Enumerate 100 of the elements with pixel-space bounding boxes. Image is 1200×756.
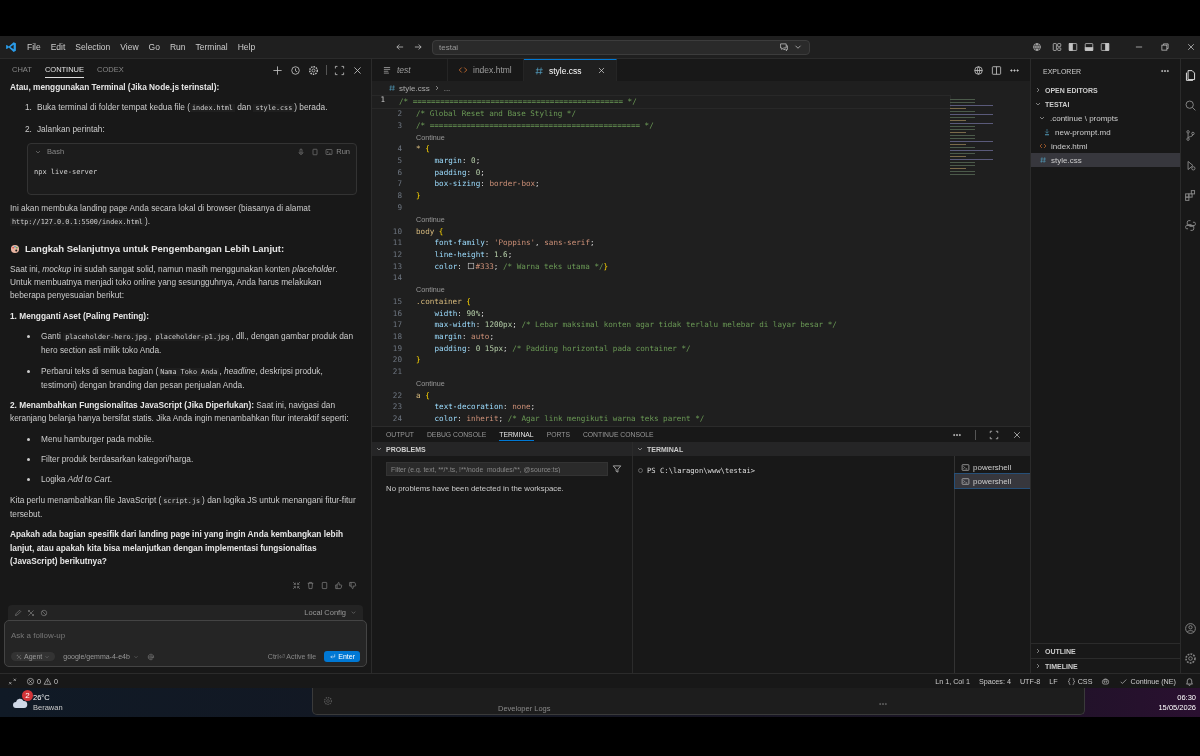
remote-icon[interactable] xyxy=(8,676,17,686)
thumbs-down-icon[interactable] xyxy=(348,581,357,591)
chevron-down-icon xyxy=(636,445,644,453)
command-center-text: testai xyxy=(439,42,460,52)
chat-paragraph: 2. Menambahkan Fungsionalitas JavaScript (Jika Diperlukan): Saat ini, navigasi dan keranjang belanja hanya bersifat statis. Jika Anda ingin menambahkan fitur interaktif seperti: xyxy=(10,399,350,426)
list-number: 2. xyxy=(25,122,32,136)
maximize-icon[interactable] xyxy=(334,64,345,76)
sidebar-left-icon[interactable] xyxy=(1068,42,1078,52)
close-icon[interactable] xyxy=(352,64,363,76)
account-icon[interactable] xyxy=(1184,622,1197,635)
chat-heading: Langkah Selanjutnya untuk Pengembangan Lebih Lanjut: xyxy=(25,242,285,256)
chat-heading: 1. Mengganti Aset (Paling Penting): xyxy=(10,309,150,323)
sidebar-right-icon[interactable] xyxy=(1100,42,1110,52)
menu-item[interactable]: Terminal xyxy=(195,42,228,52)
agent-icon xyxy=(16,653,22,660)
copy-icon[interactable] xyxy=(320,581,329,591)
close-icon[interactable] xyxy=(596,66,606,75)
tree-item[interactable]: style.css xyxy=(1031,153,1180,167)
hash-icon xyxy=(388,84,396,92)
list-item: Jalankan perintah: xyxy=(36,122,105,136)
search-icon[interactable] xyxy=(1184,99,1197,112)
list-item: Menu hamburger pada mobile. xyxy=(41,432,154,446)
chevron-down-icon xyxy=(350,609,357,616)
collapse-icon[interactable] xyxy=(292,581,301,591)
menu-item[interactable]: Selection xyxy=(75,42,111,52)
check-icon xyxy=(1119,676,1129,686)
back-arrow-icon[interactable] xyxy=(395,42,405,52)
globe-icon[interactable] xyxy=(1032,42,1042,52)
message-field[interactable]: Ask a follow-up xyxy=(11,625,360,645)
menu-item[interactable]: File xyxy=(27,42,41,52)
color-swatch-icon[interactable] xyxy=(466,262,475,271)
menu-item[interactable]: Edit xyxy=(50,42,66,52)
split-editor-icon[interactable] xyxy=(991,64,1002,76)
trash-icon[interactable] xyxy=(306,581,315,591)
hash-icon xyxy=(534,65,544,76)
close-icon[interactable] xyxy=(1186,42,1196,52)
chevron-right-icon xyxy=(1034,86,1042,94)
bullet-icon xyxy=(27,369,30,373)
restore-icon[interactable] xyxy=(1160,42,1170,52)
forward-arrow-icon[interactable] xyxy=(413,42,423,52)
warning-icon xyxy=(43,676,52,686)
thumbs-up-icon[interactable] xyxy=(334,581,343,591)
filter-icon[interactable] xyxy=(612,464,622,474)
menu-item[interactable]: View xyxy=(120,42,139,52)
menu-item[interactable]: Help xyxy=(237,42,256,52)
block-icon[interactable] xyxy=(40,608,48,617)
bullet-icon xyxy=(27,437,30,441)
code-brackets-icon xyxy=(1039,142,1047,150)
error-icon xyxy=(26,676,35,686)
extensions-icon[interactable] xyxy=(1184,189,1197,202)
list-item: Filter produk berdasarkan kategori/harga. xyxy=(41,453,194,467)
terminal-session[interactable]: powershell xyxy=(955,474,1030,488)
enter-icon xyxy=(329,653,337,660)
files-icon[interactable] xyxy=(1184,69,1197,82)
bell-icon[interactable] xyxy=(1185,676,1194,686)
maximize-icon[interactable] xyxy=(989,429,999,440)
layout-icon[interactable] xyxy=(1052,42,1062,52)
terminal-icon xyxy=(961,476,970,486)
terminal-session[interactable]: powershell xyxy=(955,460,1030,474)
breadcrumb-item[interactable]: style.css xyxy=(399,83,430,93)
command-center[interactable]: testai xyxy=(432,39,810,55)
bullet-icon xyxy=(27,478,30,482)
list-item: Logika Add to Cart. xyxy=(41,473,113,487)
editor-tab[interactable]: test xyxy=(372,59,448,81)
snake-icon[interactable] xyxy=(1184,219,1197,232)
list-number: 1. xyxy=(25,101,32,115)
plus-icon[interactable] xyxy=(272,64,283,76)
braces-icon xyxy=(1066,676,1076,686)
terminal-icon xyxy=(325,147,334,156)
chevron-down-icon xyxy=(44,653,51,660)
branch-icon[interactable] xyxy=(1184,129,1197,142)
tools-icon[interactable] xyxy=(27,608,35,617)
chat-paragraph: Apakah ada bagian spesifik dari landing page ini yang ingin Anda kembangkan lebih lanjut, atau apakah kita bisa melanjutkan dengan implementasi fungsionalitas (JavaScript) berikutnya? xyxy=(10,528,345,568)
download-icon xyxy=(1043,128,1051,136)
menu-item[interactable]: Run xyxy=(169,42,186,52)
chat-icon[interactable] xyxy=(779,42,789,52)
play-bug-icon[interactable] xyxy=(1184,159,1197,172)
app-logo-icon xyxy=(5,41,17,53)
chat-heading: Atau, menggunakan Terminal (Jika Node.js terinstal): xyxy=(10,81,221,94)
editor-tab[interactable]: style.css xyxy=(524,59,617,81)
hash-icon xyxy=(1039,156,1047,164)
palette-icon xyxy=(10,244,20,255)
bullet-icon xyxy=(27,458,30,462)
close-icon[interactable] xyxy=(1012,429,1022,440)
breadcrumb-item[interactable]: ... xyxy=(443,83,451,93)
copilot-icon[interactable] xyxy=(1101,676,1111,686)
settings-icon[interactable] xyxy=(1184,652,1197,665)
notification-badge: 2 xyxy=(22,689,33,701)
menu-item[interactable]: Go xyxy=(148,42,160,52)
code-brackets-icon xyxy=(458,65,468,75)
tree-item[interactable]: new-prompt.md xyxy=(1031,125,1180,139)
chevron-down-icon xyxy=(132,653,139,660)
chevron-down-icon xyxy=(375,445,383,453)
history-icon[interactable] xyxy=(290,64,301,76)
globe-icon[interactable] xyxy=(973,64,984,76)
chat-paragraph: Saat ini, mockup ini sudah sangat solid, namun masih menggunakan konten placeholder. Untuk membuatnya menjadi toko online yang sesungguhnya, Anda harus melakukan beberapa penyesuaian berikut: xyxy=(10,262,339,303)
tree-item[interactable]: .continue \ prompts xyxy=(1031,111,1180,125)
tree-item[interactable]: index.html xyxy=(1031,139,1180,153)
panel-bottom-icon[interactable] xyxy=(1084,42,1094,52)
settings-icon[interactable] xyxy=(308,64,319,76)
